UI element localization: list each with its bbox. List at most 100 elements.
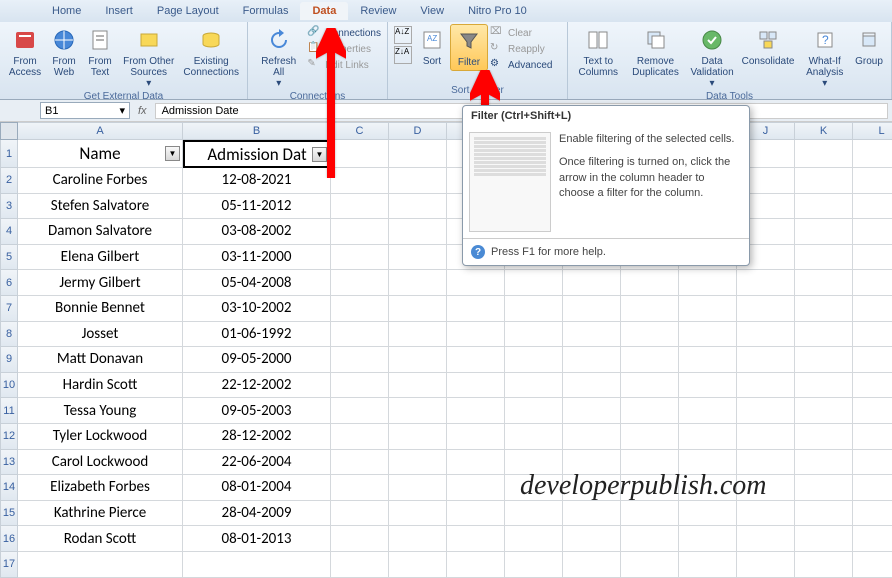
cell[interactable] (331, 245, 389, 271)
cell[interactable]: Admission Dat▼ (183, 140, 331, 168)
filter-dropdown-button[interactable]: ▼ (165, 146, 180, 161)
cell[interactable] (853, 322, 892, 348)
cell[interactable] (389, 296, 447, 322)
row-header[interactable]: 1 (0, 140, 18, 168)
cell[interactable] (331, 424, 389, 450)
cell[interactable]: 28-12-2002 (183, 424, 331, 450)
cell[interactable]: Jermy Gilbert (18, 270, 183, 296)
cell[interactable] (853, 140, 892, 168)
cell[interactable]: 22-12-2002 (183, 373, 331, 399)
cell[interactable] (447, 526, 505, 552)
cell[interactable]: 12-08-2021 (183, 168, 331, 194)
sort-az-icon[interactable]: A↓Z (394, 26, 412, 44)
cell[interactable] (331, 373, 389, 399)
cell[interactable] (853, 168, 892, 194)
cell[interactable] (737, 296, 795, 322)
cell[interactable]: 28-04-2009 (183, 501, 331, 527)
cell[interactable] (853, 475, 892, 501)
cell[interactable] (331, 398, 389, 424)
cell[interactable] (679, 398, 737, 424)
cell[interactable] (679, 296, 737, 322)
cell[interactable] (389, 475, 447, 501)
col-header-l[interactable]: L (853, 122, 892, 140)
cell[interactable] (505, 347, 563, 373)
cell[interactable]: Tessa Young (18, 398, 183, 424)
cell[interactable] (795, 322, 853, 348)
cell[interactable] (331, 347, 389, 373)
cell[interactable] (679, 373, 737, 399)
cell[interactable] (331, 552, 389, 578)
cell[interactable] (679, 424, 737, 450)
from-text-button[interactable]: From Text (82, 24, 118, 80)
col-header-k[interactable]: K (795, 122, 853, 140)
cell[interactable] (331, 526, 389, 552)
cell[interactable] (853, 424, 892, 450)
from-other-button[interactable]: From Other Sources▾ (118, 24, 179, 91)
cell[interactable]: Matt Donavan (18, 347, 183, 373)
cell[interactable] (505, 501, 563, 527)
cell[interactable] (621, 501, 679, 527)
from-web-button[interactable]: From Web (46, 24, 82, 80)
cell[interactable] (853, 347, 892, 373)
row-header[interactable]: 6 (0, 270, 18, 296)
cell[interactable] (795, 347, 853, 373)
cell[interactable]: Rodan Scott (18, 526, 183, 552)
cell[interactable] (621, 296, 679, 322)
cell[interactable] (795, 526, 853, 552)
cell[interactable]: 08-01-2013 (183, 526, 331, 552)
cell[interactable] (795, 245, 853, 271)
data-validation-button[interactable]: Data Validation▾ (686, 24, 737, 91)
select-all-corner[interactable] (0, 122, 18, 140)
group-button[interactable]: Group (851, 24, 887, 69)
cell[interactable] (853, 373, 892, 399)
consolidate-button[interactable]: Consolidate (738, 24, 799, 69)
cell[interactable] (679, 322, 737, 348)
remove-duplicates-button[interactable]: Remove Duplicates (625, 24, 687, 80)
cell[interactable] (389, 219, 447, 245)
cell[interactable] (621, 373, 679, 399)
cell[interactable] (389, 168, 447, 194)
cell[interactable] (389, 398, 447, 424)
tab-view[interactable]: View (408, 2, 456, 20)
row-header[interactable]: 7 (0, 296, 18, 322)
cell[interactable] (795, 552, 853, 578)
cell[interactable] (795, 296, 853, 322)
col-header-d[interactable]: D (389, 122, 447, 140)
cell[interactable] (447, 373, 505, 399)
cell[interactable] (447, 322, 505, 348)
cell[interactable] (563, 322, 621, 348)
cell[interactable] (563, 270, 621, 296)
cell[interactable] (621, 398, 679, 424)
cell[interactable] (737, 424, 795, 450)
text-to-columns-button[interactable]: Text to Columns (572, 24, 625, 80)
cell[interactable] (331, 475, 389, 501)
cell[interactable] (621, 424, 679, 450)
cell[interactable] (389, 373, 447, 399)
cell[interactable] (795, 373, 853, 399)
cell[interactable]: Elena Gilbert (18, 245, 183, 271)
cell[interactable]: 03-10-2002 (183, 296, 331, 322)
cell[interactable] (737, 501, 795, 527)
cell[interactable] (563, 526, 621, 552)
cell[interactable] (853, 526, 892, 552)
cell[interactable] (621, 347, 679, 373)
cell[interactable] (447, 450, 505, 476)
cell[interactable] (447, 475, 505, 501)
cell[interactable] (505, 398, 563, 424)
cell[interactable]: Kathrine Pierce (18, 501, 183, 527)
cell[interactable] (737, 526, 795, 552)
cell[interactable] (853, 450, 892, 476)
tab-home[interactable]: Home (40, 2, 93, 20)
fx-icon[interactable]: fx (130, 105, 155, 117)
cell[interactable] (679, 347, 737, 373)
cell[interactable] (679, 501, 737, 527)
cell[interactable]: 09-05-2000 (183, 347, 331, 373)
cell[interactable] (795, 398, 853, 424)
cell[interactable] (621, 552, 679, 578)
cell[interactable] (853, 219, 892, 245)
cell[interactable] (679, 552, 737, 578)
cell[interactable] (389, 347, 447, 373)
cell[interactable]: Damon Salvatore (18, 219, 183, 245)
cell[interactable]: 03-11-2000 (183, 245, 331, 271)
row-header[interactable]: 16 (0, 526, 18, 552)
